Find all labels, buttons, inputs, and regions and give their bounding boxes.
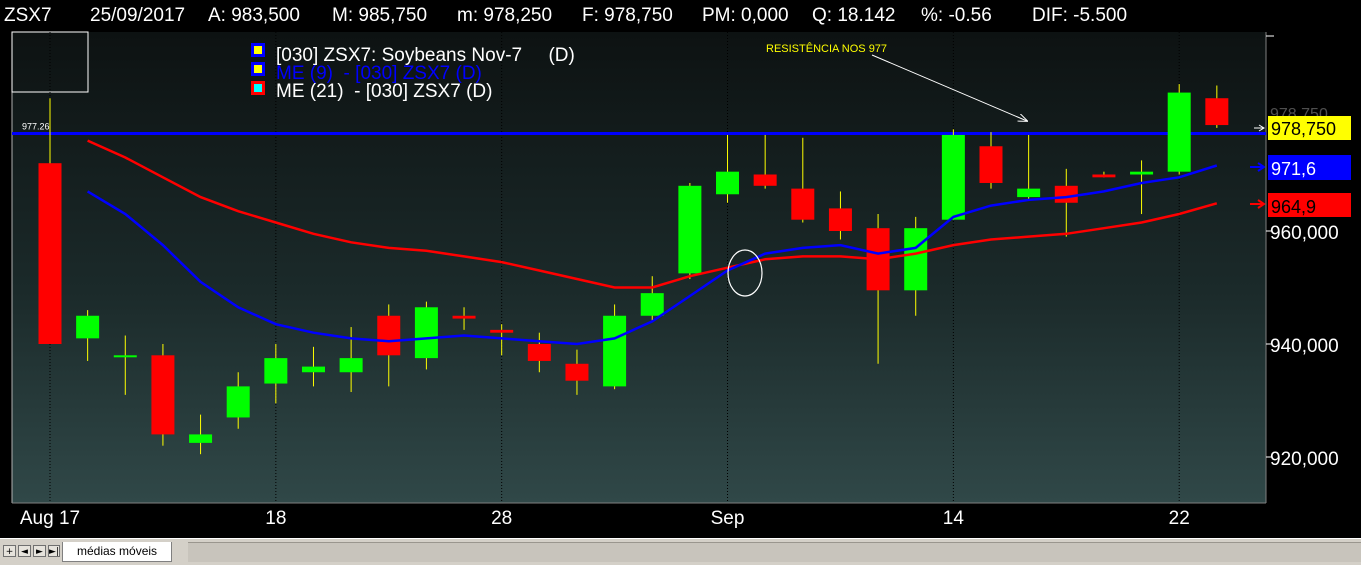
candle-up[interactable]	[716, 171, 740, 195]
legend-marker-ema9-inner	[254, 65, 262, 73]
tab-medias-moveis[interactable]: médias móveis	[62, 542, 173, 562]
resistance-annotation: RESISTÊNCIA NOS 977	[766, 42, 887, 55]
candle-up[interactable]	[1017, 188, 1041, 198]
last-sheet-button[interactable]: ►|	[48, 545, 60, 557]
candle-up[interactable]	[941, 134, 965, 220]
sheet-tab-bar: + ◄ ► ►| médias móveis	[0, 538, 1361, 565]
candle-down[interactable]	[565, 363, 589, 381]
x-tick-label: 14	[943, 508, 965, 529]
candle-up[interactable]	[264, 358, 288, 384]
resistance-value-label: 977.26	[22, 121, 50, 131]
candle-down[interactable]	[791, 188, 815, 220]
candle-up[interactable]	[603, 315, 627, 387]
candle-down[interactable]	[151, 355, 175, 435]
x-tick-label: 22	[1169, 508, 1190, 529]
legend-marker-price-inner	[254, 46, 262, 54]
candle-up[interactable]	[1130, 171, 1154, 175]
candle-up[interactable]	[301, 366, 325, 373]
candle-down[interactable]	[828, 208, 852, 231]
candle-down[interactable]	[490, 329, 514, 333]
first-sheet-button[interactable]: +	[3, 545, 16, 557]
last-price-text: 978,750	[1271, 119, 1336, 139]
candle-up[interactable]	[226, 386, 250, 418]
candle-down[interactable]	[452, 315, 476, 319]
candle-down[interactable]	[979, 146, 1003, 183]
ema21-tag-text: 964,9	[1271, 197, 1316, 217]
candle-up[interactable]	[339, 358, 363, 373]
x-tick-label: Sep	[711, 508, 745, 529]
x-tick-label: 28	[491, 508, 512, 529]
price-chart[interactable]: Aug 17 18 28 Sep 14 22 920,000940,000960,000 …	[0, 0, 1361, 538]
y-tick-label: 920,000	[1270, 449, 1339, 470]
y-tick-label: 940,000	[1270, 336, 1339, 357]
candle-up[interactable]	[1167, 92, 1191, 172]
candle-up[interactable]	[640, 293, 664, 316]
candle-down[interactable]	[1054, 185, 1078, 203]
candle-down[interactable]	[1092, 174, 1116, 178]
candle-down[interactable]	[1205, 98, 1229, 126]
next-sheet-button[interactable]: ►	[33, 545, 46, 557]
candle-up[interactable]	[113, 355, 137, 358]
x-tick-label: 18	[265, 508, 286, 529]
candle-up[interactable]	[678, 185, 702, 274]
legend-label-ema21: ME (21) - [030] ZSX7 (D)	[276, 81, 492, 102]
candle-up[interactable]	[414, 307, 438, 359]
candle-up[interactable]	[904, 228, 928, 291]
candle-down[interactable]	[377, 315, 401, 356]
candle-up[interactable]	[76, 315, 100, 339]
candle-up[interactable]	[189, 434, 213, 443]
candle-down[interactable]	[527, 344, 551, 361]
candle-down[interactable]	[753, 174, 777, 186]
x-tick-label: Aug 17	[20, 508, 80, 529]
prev-sheet-button[interactable]: ◄	[18, 545, 31, 557]
legend-marker-ema21-inner	[254, 84, 262, 92]
y-tick-label: 960,000	[1270, 223, 1339, 244]
ema9-tag-text: 971,6	[1271, 159, 1316, 179]
tab-strip-empty	[188, 542, 1361, 562]
candle-down[interactable]	[38, 163, 62, 344]
